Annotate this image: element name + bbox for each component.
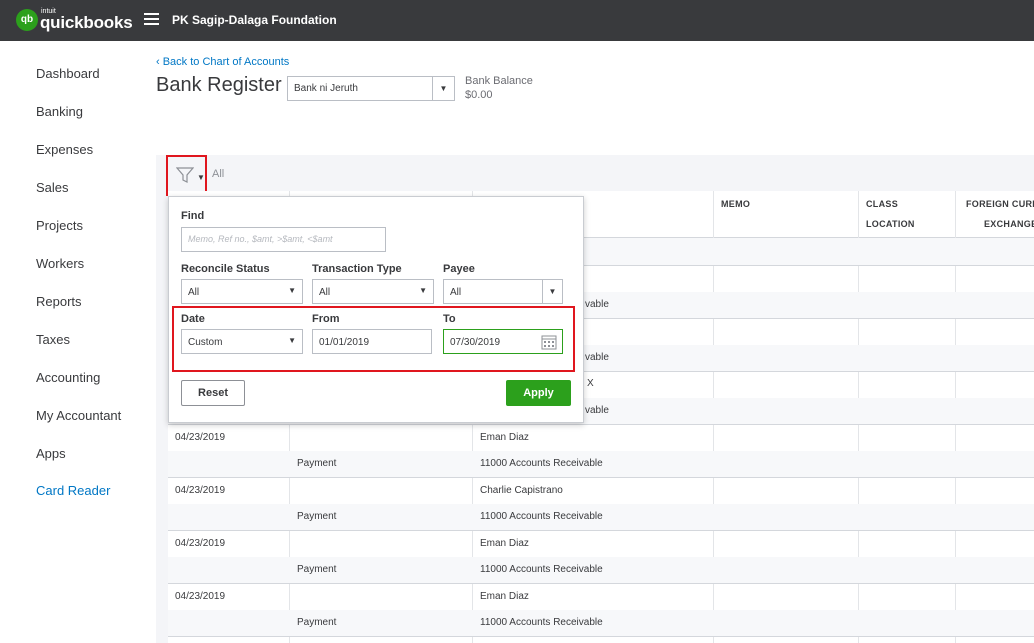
row-separator bbox=[168, 424, 1034, 425]
table-cell-payee: X bbox=[587, 378, 594, 389]
column-header-memo[interactable]: MEMO bbox=[721, 199, 750, 209]
sidebar-item-apps[interactable]: Apps bbox=[36, 446, 66, 461]
date-value: Custom bbox=[188, 337, 223, 348]
sidebar bbox=[0, 41, 156, 643]
sidebar-item-dashboard[interactable]: Dashboard bbox=[36, 66, 100, 81]
sidebar-item-projects[interactable]: Projects bbox=[36, 218, 83, 233]
bank-balance-label: Bank Balance bbox=[465, 75, 533, 87]
sidebar-item-accounting[interactable]: Accounting bbox=[36, 370, 100, 385]
filter-summary: All bbox=[212, 168, 225, 180]
to-date-input[interactable]: 07/30/2019 bbox=[443, 329, 563, 354]
table-cell-payee[interactable]: Eman Diaz bbox=[480, 432, 529, 443]
chevron-down-icon: ▼ bbox=[288, 286, 296, 295]
sidebar-item-sales[interactable]: Sales bbox=[36, 180, 69, 195]
table-cell-account[interactable]: 11000 Accounts Receivable bbox=[480, 564, 603, 575]
filter-bar bbox=[156, 155, 1034, 191]
sidebar-item-reports[interactable]: Reports bbox=[36, 294, 82, 309]
column-header-exchange[interactable]: EXCHANGE bbox=[984, 219, 1034, 229]
table-cell-type[interactable]: Payment bbox=[297, 511, 336, 522]
chevron-down-icon: ▼ bbox=[542, 280, 562, 303]
table-cell-date[interactable]: 04/23/2019 bbox=[175, 485, 225, 496]
apply-button[interactable]: Apply bbox=[506, 380, 571, 406]
caret-down-icon: ▼ bbox=[197, 173, 205, 182]
from-date-input[interactable]: 01/01/2019 bbox=[312, 329, 432, 354]
table-cell-account: vable bbox=[585, 405, 609, 416]
date-select[interactable]: Custom ▼ bbox=[181, 329, 303, 354]
date-label: Date bbox=[181, 313, 205, 325]
table-cell-account[interactable]: 11000 Accounts Receivable bbox=[480, 458, 603, 469]
row-separator bbox=[168, 636, 1034, 637]
chevron-down-icon: ▼ bbox=[432, 77, 454, 100]
page-title: Bank Register bbox=[156, 74, 282, 96]
reset-button[interactable]: Reset bbox=[181, 380, 245, 406]
row-separator bbox=[168, 477, 1034, 478]
table-cell-account[interactable]: 11000 Accounts Receivable bbox=[480, 511, 603, 522]
transaction-type-select[interactable]: All ▼ bbox=[312, 279, 434, 304]
top-bar: qb intuit quickbooks PK Sagip-Dalaga Fou… bbox=[0, 0, 1034, 41]
payee-select[interactable]: All ▼ bbox=[443, 279, 563, 304]
table-cell-date[interactable]: 04/23/2019 bbox=[175, 591, 225, 602]
reconcile-status-value: All bbox=[188, 287, 200, 298]
calendar-icon bbox=[541, 335, 557, 350]
table-cell-account: vable bbox=[585, 352, 609, 363]
table-cell-account: vable bbox=[585, 299, 609, 310]
transaction-type-label: Transaction Type bbox=[312, 263, 402, 275]
company-name: PK Sagip-Dalaga Foundation bbox=[172, 13, 337, 27]
table-cell-type[interactable]: Payment bbox=[297, 564, 336, 575]
sidebar-item-banking[interactable]: Banking bbox=[36, 104, 83, 119]
chevron-down-icon: ▼ bbox=[288, 336, 296, 345]
payee-label: Payee bbox=[443, 263, 475, 275]
row-separator bbox=[168, 583, 1034, 584]
quickbooks-logo-icon[interactable]: qb bbox=[16, 9, 38, 31]
table-cell-type[interactable]: Payment bbox=[297, 458, 336, 469]
table-cell-date[interactable]: 04/23/2019 bbox=[175, 538, 225, 549]
to-date-value: 07/30/2019 bbox=[450, 337, 501, 348]
table-cell-type[interactable]: Payment bbox=[297, 617, 336, 628]
register-toolbar bbox=[156, 107, 1034, 155]
sidebar-item-card-reader[interactable]: Card Reader bbox=[36, 483, 110, 498]
sidebar-item-taxes[interactable]: Taxes bbox=[36, 332, 70, 347]
transaction-type-value: All bbox=[319, 287, 331, 298]
table-cell-payee[interactable]: Charlie Capistrano bbox=[480, 485, 563, 496]
payee-value: All bbox=[450, 287, 462, 298]
sidebar-item-expenses[interactable]: Expenses bbox=[36, 142, 93, 157]
filter-funnel-icon bbox=[176, 167, 194, 183]
find-input[interactable]: Memo, Ref no., $amt, >$amt, <$amt bbox=[181, 227, 386, 252]
column-header-location[interactable]: LOCATION bbox=[866, 219, 915, 229]
column-header-class[interactable]: CLASS bbox=[866, 199, 898, 209]
account-select-value: Bank ni Jeruth bbox=[294, 83, 358, 94]
table-cell-payee[interactable]: Eman Diaz bbox=[480, 538, 529, 549]
find-label: Find bbox=[181, 210, 205, 222]
table-cell-payee[interactable]: Eman Diaz bbox=[480, 591, 529, 602]
brand-name[interactable]: quickbooks bbox=[40, 13, 133, 33]
hamburger-menu-icon[interactable] bbox=[144, 13, 159, 25]
to-label: To bbox=[443, 313, 456, 325]
row-separator bbox=[168, 530, 1034, 531]
sidebar-item-workers[interactable]: Workers bbox=[36, 256, 84, 271]
back-to-chart-of-accounts-link[interactable]: ‹ Back to Chart of Accounts bbox=[156, 56, 289, 68]
column-header-foreign-currency[interactable]: FOREIGN CURR bbox=[966, 199, 1034, 209]
account-select[interactable]: Bank ni Jeruth ▼ bbox=[287, 76, 455, 101]
sidebar-item-my-accountant[interactable]: My Accountant bbox=[36, 408, 121, 423]
table-cell-date[interactable]: 04/23/2019 bbox=[175, 432, 225, 443]
table-cell-account[interactable]: 11000 Accounts Receivable bbox=[480, 617, 603, 628]
reconcile-status-label: Reconcile Status bbox=[181, 263, 270, 275]
from-label: From bbox=[312, 313, 340, 325]
reconcile-status-select[interactable]: All ▼ bbox=[181, 279, 303, 304]
bank-balance-value: $0.00 bbox=[465, 89, 493, 101]
filter-button[interactable]: ▼ bbox=[166, 155, 207, 196]
chevron-down-icon: ▼ bbox=[419, 286, 427, 295]
